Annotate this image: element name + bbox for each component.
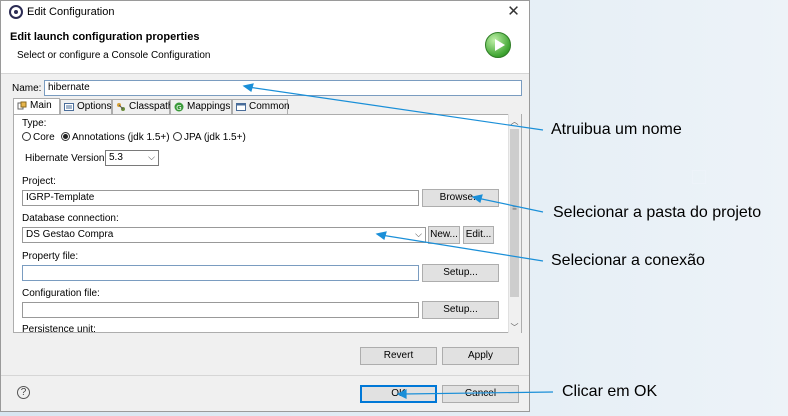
annotation-name: Atruibua um nome bbox=[551, 121, 682, 138]
annotation-ok: Clicar em OK bbox=[562, 383, 658, 400]
arrowhead-connection bbox=[375, 231, 387, 240]
annotation-project: Selecionar a pasta do projeto bbox=[553, 204, 762, 221]
annotation-line-ok bbox=[402, 391, 554, 395]
annotation-line-name bbox=[247, 86, 544, 131]
annotation-line-project bbox=[476, 197, 544, 213]
annotation-line-connection bbox=[380, 234, 544, 262]
arrowhead-name bbox=[242, 83, 254, 92]
arrowhead-project bbox=[471, 194, 483, 203]
annotation-connection: Selecionar a conexão bbox=[551, 252, 705, 269]
arrowhead-ok bbox=[396, 389, 407, 399]
